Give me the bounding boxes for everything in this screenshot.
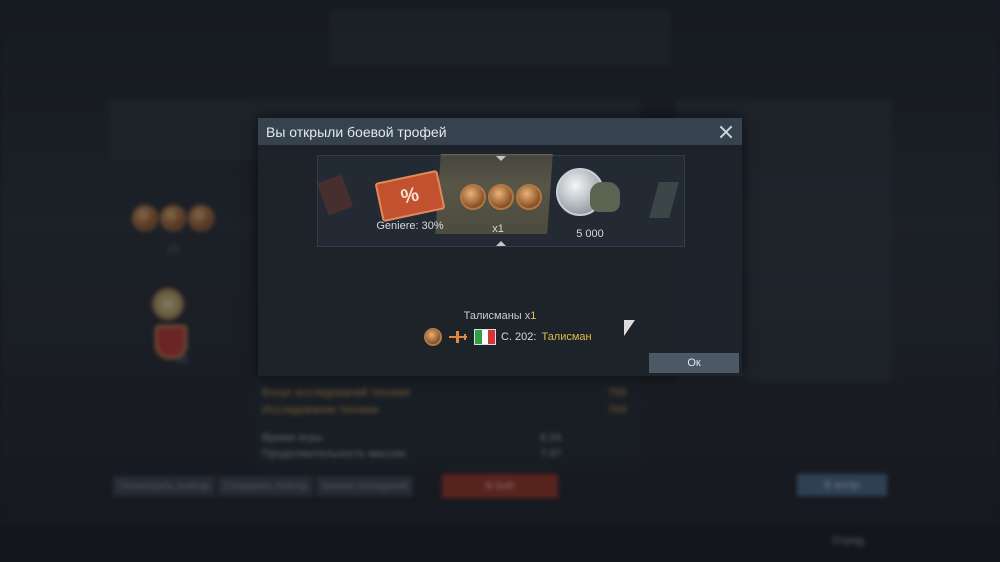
vehicle-talisman-tag: Талисман [541,331,592,343]
reel-item-discount: % Geniere: 30% [368,156,452,246]
flag-stripe-green [475,330,482,344]
aircraft-icon [449,331,467,343]
dialog-header: Вы открыли боевой трофей [258,118,742,145]
silver-amount: 5 000 [576,228,604,240]
flag-stripe-red [488,330,496,344]
close-icon[interactable] [716,122,736,142]
dialog-title: Вы открыли боевой трофей [266,123,447,140]
talisman-reward-count: 1 [530,310,537,322]
reel-item-talismans: x1 [456,156,542,246]
talisman-icon [424,328,442,346]
vehicle-row: C. 202: Талисман [424,328,592,346]
reel-item-silver: 5 000 [550,156,630,246]
item-silhouette-icon [649,182,679,218]
talisman-medal-icon [516,184,542,210]
italy-flag-icon [474,329,496,345]
discount-coupon-icon: % [374,169,446,223]
trophy-dialog: Вы открыли боевой трофей % Geniere: 30% … [258,118,742,376]
talismans-count: x1 [492,223,504,235]
talisman-reward-line: Талисманы x1 [258,310,742,322]
flag-stripe-white [481,330,489,344]
reward-reel: % Geniere: 30% x1 5 000 [317,155,685,247]
reel-item-faded-left [318,156,358,246]
discount-percent-symbol: % [398,182,421,209]
talisman-medals [460,184,542,210]
talisman-medal-icon [460,184,486,210]
reel-item-faded-right [648,156,684,246]
discount-label: Geniere: 30% [376,220,444,232]
vehicle-name[interactable]: C. 202: [501,331,536,343]
talisman-medal-icon [488,184,514,210]
mouse-cursor-icon [624,320,635,336]
ok-button[interactable]: Ок [649,353,739,373]
talisman-reward-label: Талисманы x [463,310,531,322]
silver-sack-icon [590,182,620,212]
tag-icon [318,174,354,216]
